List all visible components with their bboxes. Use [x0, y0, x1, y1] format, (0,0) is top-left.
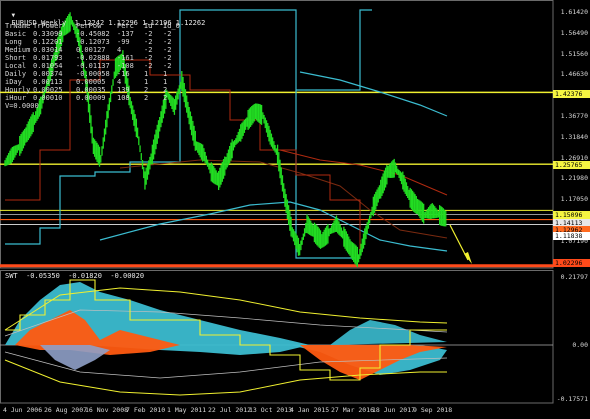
- price-axis-label: 1.21980: [560, 174, 588, 183]
- table-row-5-col-3: -16: [117, 70, 130, 78]
- table-footer: V=0.0000: [5, 102, 39, 110]
- table-row-5-col-5: 1: [163, 70, 168, 78]
- table-header-col-4: Id: [144, 22, 153, 30]
- table-row-0-col-5: -2: [163, 30, 172, 38]
- table-row-1-col-1: 0.12201: [33, 38, 63, 46]
- price-level-tag: 1.25765: [553, 161, 590, 169]
- price-axis-label: 1.31840: [560, 132, 588, 141]
- table-row-3-col-3: -161: [117, 54, 134, 62]
- table-row-7-col-5: 2: [163, 86, 168, 94]
- table-row-3-col-2: -0.02888: [76, 54, 110, 62]
- price-axis-label: 1.51560: [560, 49, 588, 58]
- price-level-tag: 1.11838: [553, 232, 590, 240]
- table-row-8-col-5: 2: [163, 94, 168, 102]
- table-row-4-col-3: -108: [117, 62, 134, 70]
- table-header-col-5: Id_0: [163, 22, 180, 30]
- table-row-4-col-0: Local: [5, 62, 27, 70]
- table-row-8-col-3: 108: [117, 94, 130, 102]
- table-row-6-col-5: 1: [163, 78, 168, 86]
- table-row-2-col-0: Medium: [5, 46, 31, 54]
- table-row-8-col-2: 0.00009: [76, 94, 106, 102]
- table-row-8-col-0: iHour: [5, 94, 27, 102]
- table-row-0-col-0: Basic: [5, 30, 27, 38]
- date-axis-label: 27 Mar 2016: [331, 406, 375, 414]
- table-row-0-col-4: -2: [144, 30, 153, 38]
- table-row-3-col-1: 0.01793: [33, 54, 63, 62]
- date-axis-label: 4 Jan 2015: [290, 406, 330, 414]
- table-row-2-col-2: 0.00127: [76, 46, 106, 54]
- table-row-5-col-1: 0.00374: [33, 70, 63, 78]
- price-level-tag: 1.42376: [553, 90, 590, 98]
- table-header-col-0: TrName: [5, 22, 31, 30]
- price-level-tag: 1.02296: [553, 259, 590, 267]
- indicator-axis-label: 0.00: [572, 341, 588, 349]
- cyan-upper-curve: [299, 71, 448, 117]
- table-row-2-col-4: -2: [144, 46, 153, 54]
- projection-arrowhead: [464, 252, 472, 264]
- table-row-0-col-3: -137: [117, 30, 134, 38]
- table-row-3-col-0: Short: [5, 54, 27, 62]
- table-row-7-col-1: 0.00025: [33, 86, 63, 94]
- table-row-0-col-2: -0.45082: [76, 30, 110, 38]
- table-row-5-col-0: Daily: [5, 70, 27, 78]
- date-axis-label: 9 Sep 2018: [413, 406, 453, 414]
- indicator-blue-fill: [40, 345, 110, 370]
- price-series: [4, 12, 447, 267]
- table-row-6-col-2: 0.00005: [76, 78, 106, 86]
- price-axis-label: 1.17050: [560, 195, 588, 204]
- table-row-7-col-2: 0.00035: [76, 86, 106, 94]
- table-row-1-col-4: -2: [144, 38, 153, 46]
- table-row-6-col-3: 4: [117, 78, 122, 86]
- table-row-8-col-4: 2: [144, 94, 149, 102]
- date-axis-label: 22 Jul 2012: [208, 406, 252, 414]
- date-axis-label: 1 May 2011: [167, 406, 207, 414]
- table-row-3-col-5: -2: [163, 54, 172, 62]
- price-axis-label: 1.46630: [560, 70, 588, 79]
- price-axis-label: 1.61420: [560, 8, 588, 16]
- price-axis-label: 1.56490: [560, 28, 588, 37]
- sell-arrow-icon: ▼: [11, 12, 16, 19]
- table-row-3-col-4: -2: [144, 54, 153, 62]
- date-axis-label: 7 Feb 2010: [126, 406, 166, 414]
- table-row-2-col-5: -2: [163, 46, 172, 54]
- table-header-col-2: PerPow: [76, 22, 102, 30]
- table-row-8-col-1: 0.00010: [33, 94, 63, 102]
- indicator-header: SWT -0.05350 -0.01820 -0.00020: [5, 272, 145, 280]
- table-row-7-col-4: 2: [144, 86, 149, 94]
- date-axis-label: 4 Jun 2006: [3, 406, 43, 414]
- table-row-1-col-0: Long: [5, 38, 22, 46]
- table-row-1-col-3: -99: [117, 38, 130, 46]
- table-row-7-col-3: 139: [117, 86, 130, 94]
- table-row-0-col-1: 0.33099: [33, 30, 63, 38]
- table-row-7-col-0: Hourly: [5, 86, 31, 94]
- indicator-axis-label: -0.17571: [556, 395, 588, 403]
- table-row-6-col-0: iDay: [5, 78, 22, 86]
- table-header-col-1: TrPower: [33, 22, 63, 30]
- date-axis-label: 13 Oct 2013: [249, 406, 293, 414]
- date-axis-label: 26 Aug 2007: [44, 406, 88, 414]
- indicator-cyan-fill-3: [330, 320, 447, 345]
- table-row-4-col-1: 0.01054: [33, 62, 63, 70]
- red-curve: [279, 149, 448, 196]
- table-row-4-col-4: -2: [144, 62, 153, 70]
- table-row-6-col-1: 0.00113: [33, 78, 63, 86]
- price-level-tag: 1.15096: [553, 211, 590, 219]
- date-axis-label: 16 Nov 2008: [85, 406, 129, 414]
- table-row-5-col-2: -0.00058: [76, 70, 110, 78]
- table-row-4-col-5: -2: [163, 62, 172, 70]
- indicator-axis-label: 0.21797: [560, 273, 588, 281]
- table-row-5-col-4: 1: [144, 70, 149, 78]
- table-row-2-col-1: 0.03014: [33, 46, 63, 54]
- table-row-1-col-5: -2: [163, 38, 172, 46]
- table-row-6-col-4: 1: [144, 78, 149, 86]
- table-row-4-col-2: -0.01137: [76, 62, 110, 70]
- date-axis-label: 18 Jun 2017: [372, 406, 416, 414]
- table-header-col-3: Perc: [117, 22, 134, 30]
- table-row-1-col-2: -0.12073: [76, 38, 110, 46]
- table-row-2-col-3: 4: [117, 46, 122, 54]
- price-axis-label: 1.36770: [560, 112, 588, 120]
